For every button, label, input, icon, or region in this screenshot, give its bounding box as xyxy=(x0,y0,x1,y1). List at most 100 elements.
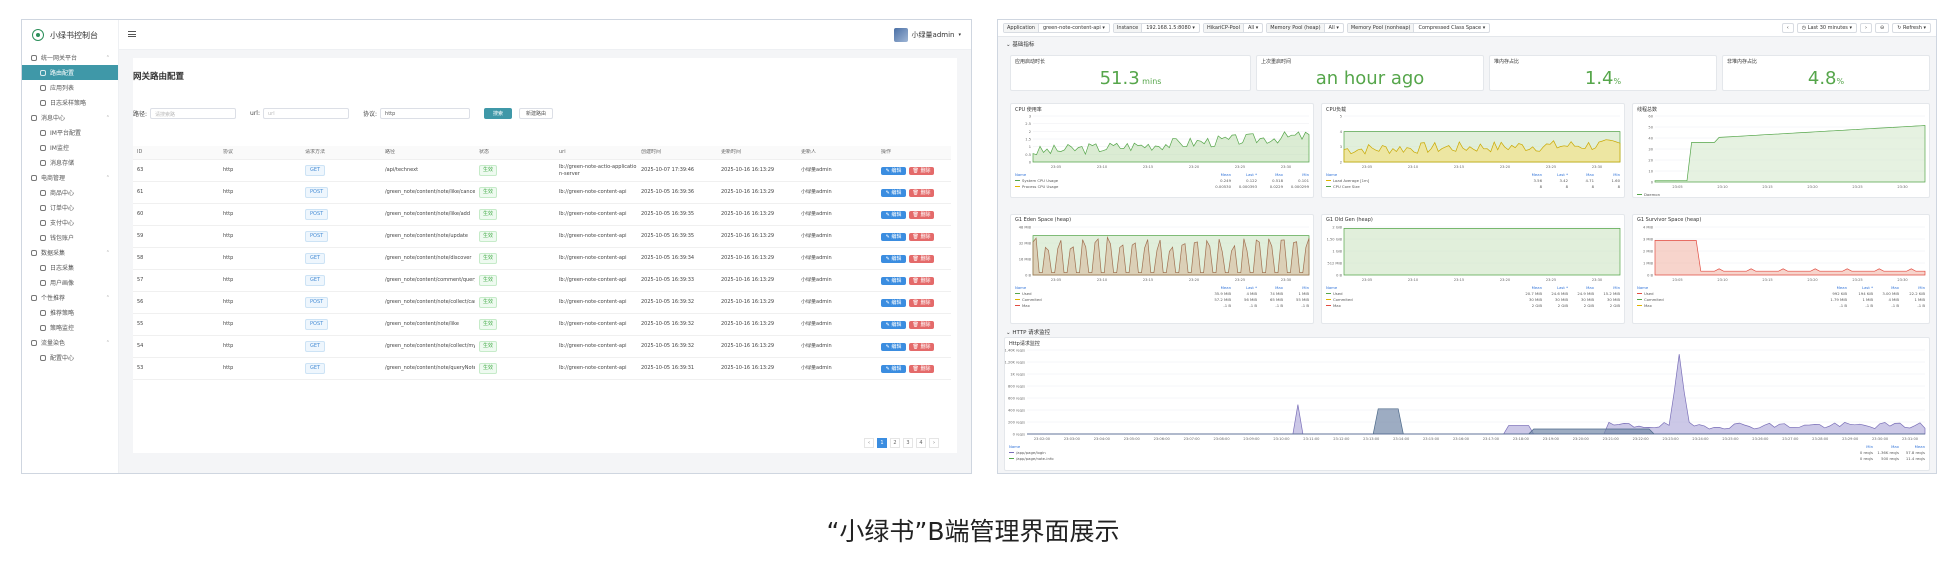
page-button[interactable]: 2 xyxy=(890,438,900,448)
table-row: 63 http GET/api/technext 生效 lb://green-note-… xyxy=(133,160,951,182)
delete-button[interactable]: 🗑 删除 xyxy=(909,342,934,351)
delete-button[interactable]: 🗑 删除 xyxy=(909,364,934,373)
delete-button[interactable]: 🗑 删除 xyxy=(909,276,934,285)
chevron-down-icon: ▾ xyxy=(958,32,961,38)
delete-button[interactable]: 🗑 删除 xyxy=(909,232,934,241)
edit-button[interactable]: ✎ 编辑 xyxy=(881,232,906,241)
x-tick-label: 23:13:00 xyxy=(1363,437,1380,441)
url-input[interactable]: url xyxy=(263,108,349,119)
legend-row[interactable]: System CPU Usage 0.249 0.122 0.518 0.101 xyxy=(1015,177,1309,183)
stat-number: 4.8 xyxy=(1807,68,1837,89)
delete-button[interactable]: 🗑 删除 xyxy=(909,320,934,329)
legend-row[interactable]: CPU Core Size 8 8 8 8 xyxy=(1326,183,1620,189)
delete-button[interactable]: 🗑 删除 xyxy=(909,298,934,307)
legend-label: Commited xyxy=(1333,296,1353,302)
eden-panel: G1 Eden Space (heap) 0 B 16 MiB 32 MiB 48 Mi… xyxy=(1010,214,1314,324)
legend-row[interactable]: Used 20.7 MiB 24.6 MiB 24.9 MiB 15.2 MiB xyxy=(1326,290,1620,296)
legend-row[interactable]: Process CPU Usage 0.00530 0.000393 0.0229 0.… xyxy=(1015,183,1309,189)
time-back-button[interactable]: ‹ xyxy=(1781,23,1794,33)
menu-toggle-icon[interactable] xyxy=(128,31,136,37)
menu-item[interactable]: 消息存储 xyxy=(22,155,118,170)
variable-name: Memory Pool (nonheap) xyxy=(1347,24,1415,32)
menu-item[interactable]: 策略监控 xyxy=(22,320,118,335)
delete-button[interactable]: 🗑 删除 xyxy=(909,166,934,175)
legend-row[interactable]: Commited 30 MiB 30 MiB 30 MiB 30 MiB xyxy=(1326,296,1620,302)
user-menu[interactable]: 小绿量admin ▾ xyxy=(893,28,961,42)
menu-item-label: 消息存储 xyxy=(50,160,75,167)
search-button[interactable]: 搜索 xyxy=(484,108,513,119)
menu-item[interactable]: 配置中心 xyxy=(22,350,118,365)
x-tick-label: 23:05:00 xyxy=(1124,437,1141,441)
legend-row[interactable]: Commited 57.2 MiB 56 MiB 65 MiB 55 MiB xyxy=(1015,296,1309,302)
protocol-select[interactable]: http xyxy=(380,108,471,119)
menu-item[interactable]: 路由配置 xyxy=(22,65,118,80)
brand[interactable]: 小绿书控制台 xyxy=(22,20,118,50)
template-variable[interactable]: Instance 192.168.1.5:8080 ▾ xyxy=(1112,23,1200,33)
menu-item[interactable]: 用户画像 xyxy=(22,275,118,290)
menu-group[interactable]: 数据采集 ⌃ xyxy=(22,245,118,260)
template-variable[interactable]: Memory Pool (nonheap) Compressed Class Sp… xyxy=(1346,23,1491,33)
page-button[interactable]: › xyxy=(929,438,939,448)
edit-button[interactable]: ✎ 编辑 xyxy=(881,298,906,307)
template-variable[interactable]: Memory Pool (heap) All ▾ xyxy=(1266,23,1344,33)
legend-row[interactable]: Used 992 KiB 194 KiB 3.00 MiB 22.2 KiB xyxy=(1637,290,1925,296)
legend-header: Name Mean Last * Max Min xyxy=(1637,284,1925,290)
page-button[interactable]: 3 xyxy=(903,438,913,448)
edit-button[interactable]: ✎ 编辑 xyxy=(881,188,906,197)
menu-item[interactable]: 订单中心 xyxy=(22,200,118,215)
template-variable[interactable]: HikariCP-Pool All ▾ xyxy=(1202,23,1264,33)
legend-row[interactable]: Max -1 B -1 B -1 B -1 B xyxy=(1015,302,1309,308)
x-tick-label: 23:30 xyxy=(1897,185,1908,189)
menu-item[interactable]: 日志采样策略 xyxy=(22,95,118,110)
edit-button[interactable]: ✎ 编辑 xyxy=(881,254,906,263)
menu-item[interactable]: IM平台配置 xyxy=(22,125,118,140)
delete-button[interactable]: 🗑 删除 xyxy=(909,210,934,219)
row-http-metrics[interactable]: ⌄ HTTP 请求监控 xyxy=(1006,328,1050,336)
legend-row[interactable]: Commited 1.79 MiB 1 MiB 4 MiB 1 MiB xyxy=(1637,296,1925,302)
edit-button[interactable]: ✎ 编辑 xyxy=(881,320,906,329)
legend-row[interactable]: Max 2 GiB 2 GiB 2 GiB 2 GiB xyxy=(1326,302,1620,308)
edit-button[interactable]: ✎ 编辑 xyxy=(881,166,906,175)
page-button[interactable]: 1 xyxy=(877,438,887,448)
zoom-out-icon[interactable]: ⊖ xyxy=(1875,23,1890,33)
template-variable[interactable]: Application green-note-content-api ▾ xyxy=(1003,23,1110,33)
edit-button[interactable]: ✎ 编辑 xyxy=(881,210,906,219)
page-button[interactable]: ‹ xyxy=(864,438,874,448)
delete-button[interactable]: 🗑 删除 xyxy=(909,188,934,197)
menu-item[interactable]: 推荐策略 xyxy=(22,305,118,320)
menu-item[interactable]: 支付中心 xyxy=(22,215,118,230)
legend-row[interactable]: /app/page/note-info 0 req/s 500 req/s 11.4 … xyxy=(1009,455,1925,461)
time-range-picker[interactable]: ◷ Last 30 minutes ▾ xyxy=(1796,23,1858,33)
menu-item[interactable]: 钱包账户 xyxy=(22,230,118,245)
time-forward-button[interactable]: › xyxy=(1860,23,1873,33)
legend-value: 3.00 MiB xyxy=(1882,290,1899,296)
column-header: 更新时间 xyxy=(721,149,742,155)
menu-group[interactable]: 电商管理 ⌃ xyxy=(22,170,118,185)
menu-item[interactable]: 商品中心 xyxy=(22,185,118,200)
menu-group[interactable]: 统一网关平台 ⌃ xyxy=(22,50,118,65)
menu-group[interactable]: 流量染色 ⌃ xyxy=(22,335,118,350)
page-button[interactable]: 4 xyxy=(916,438,926,448)
row-basic-metrics[interactable]: ⌄ 基础指标 xyxy=(1006,40,1034,48)
legend-row[interactable]: Daemon xyxy=(1637,191,1925,197)
legend-row[interactable]: Used 35.9 MiB 4 MiB 74 MiB 1 MiB xyxy=(1015,290,1309,296)
menu-item[interactable]: IM监控 xyxy=(22,140,118,155)
menu-group[interactable]: 个性推荐 ⌃ xyxy=(22,290,118,305)
edit-button[interactable]: ✎ 编辑 xyxy=(881,364,906,373)
legend-column-header: Mean xyxy=(1531,284,1542,290)
legend-column-header: Last * xyxy=(1861,284,1873,290)
legend-row[interactable]: /app/page/login 0 req/s 1.36K req/s 57.8 re… xyxy=(1009,449,1925,455)
table-cell: /green_note/content/note/like/cancel xyxy=(385,189,475,195)
method-tag: POST xyxy=(305,319,329,330)
legend-row[interactable]: Load Average [1m] 3.56 3.42 4.71 1.60 xyxy=(1326,177,1620,183)
edit-button[interactable]: ✎ 编辑 xyxy=(881,342,906,351)
delete-button[interactable]: 🗑 删除 xyxy=(909,254,934,263)
path-input[interactable]: 请搜索路 xyxy=(150,108,237,119)
edit-button[interactable]: ✎ 编辑 xyxy=(881,276,906,285)
add-route-button[interactable]: 新建路由 xyxy=(519,108,554,119)
menu-item[interactable]: 应用列表 xyxy=(22,80,118,95)
refresh-button[interactable]: ↻ Refresh ▾ xyxy=(1892,23,1931,33)
legend-row[interactable]: Max -1 B -1 B -1 B -1 B xyxy=(1637,302,1925,308)
menu-item[interactable]: 日志采集 xyxy=(22,260,118,275)
menu-group[interactable]: 消息中心 ⌃ xyxy=(22,110,118,125)
